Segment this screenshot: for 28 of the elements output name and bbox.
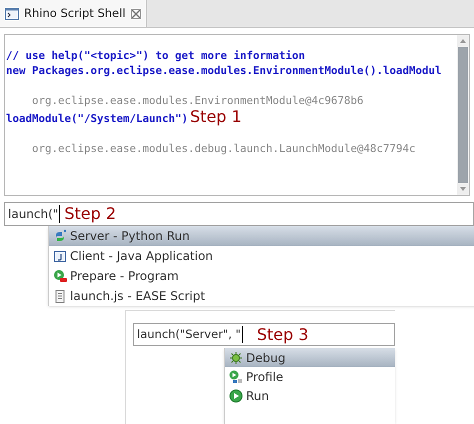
run-icon	[229, 388, 243, 402]
shell-tab[interactable]: Rhino Script Shell	[0, 0, 147, 27]
completion-item[interactable]: Debug	[225, 348, 395, 367]
program-run-icon	[53, 269, 67, 283]
command-input[interactable]: launch("	[8, 205, 60, 223]
completion-item[interactable]: Profile	[225, 367, 395, 386]
script-file-icon	[53, 289, 67, 303]
java-app-icon	[53, 249, 67, 263]
console-output: org.eclipse.ease.modules.debug.launch.LaunchModule@48c7794c	[31, 142, 416, 156]
scrollbar[interactable]	[457, 35, 469, 195]
step-annotation: Step 2	[64, 203, 116, 225]
completion-item[interactable]: launch.js - EASE Script	[49, 286, 474, 306]
completion-item[interactable]: Server - Python Run	[49, 226, 474, 246]
python-icon	[53, 229, 67, 243]
console-icon	[5, 8, 19, 20]
command-input[interactable]: launch("Server", "	[137, 326, 243, 344]
close-icon[interactable]	[130, 8, 141, 18]
profile-icon	[229, 370, 243, 384]
console-command: loadModule("/System/Launch")	[6, 112, 188, 126]
completion-item[interactable]: Run	[225, 386, 395, 405]
console-command: new Packages.org.eclipse.ease.modules.EnvironmentModule().loadModul	[6, 64, 442, 78]
step-annotation: Step 1	[190, 108, 242, 126]
console-command: // use help("<topic>") to get more information	[6, 49, 306, 63]
console-output: org.eclipse.ease.modules.EnvironmentModule@4c9678b6	[31, 94, 364, 108]
scroll-up-icon[interactable]	[460, 39, 466, 43]
bug-icon	[229, 350, 243, 364]
scroll-down-icon[interactable]	[460, 187, 466, 191]
step-annotation: Step 3	[256, 324, 309, 346]
